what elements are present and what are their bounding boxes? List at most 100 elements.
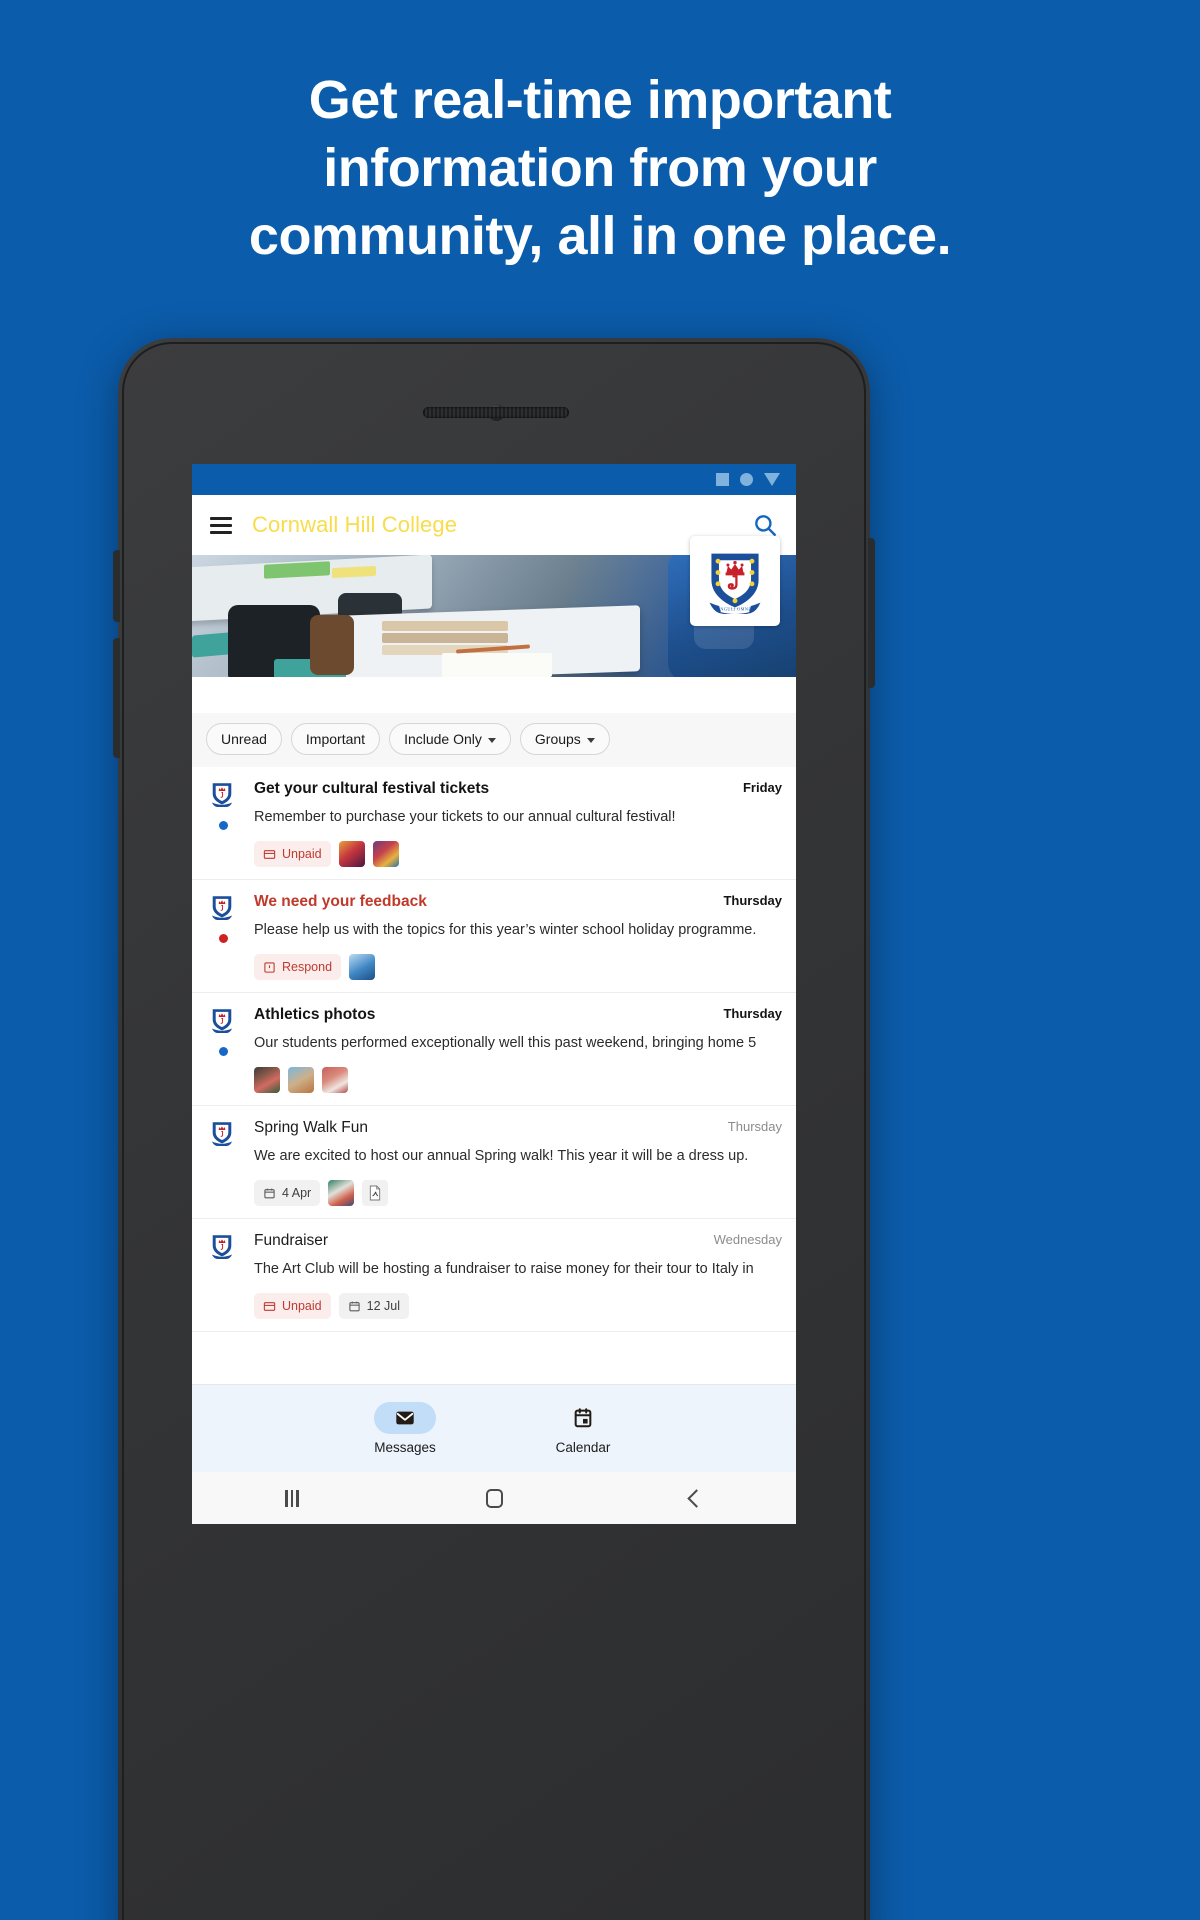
attachment-thumbnail[interactable] [254, 1067, 280, 1093]
message-list-item[interactable]: Fundraiser Wednesday The Art Club will b… [192, 1219, 796, 1332]
message-timestamp: Thursday [723, 1006, 782, 1021]
attachment-document[interactable] [362, 1180, 389, 1206]
message-attachments [254, 1067, 782, 1093]
pdf-file-icon [370, 1185, 381, 1201]
school-crest-logo: SINGULI OMNES [690, 536, 780, 626]
filter-chip-label: Unread [221, 731, 267, 747]
headline-line-3: community, all in one place. [248, 206, 952, 266]
badge-label: 12 Jul [366, 1299, 400, 1313]
attachment-thumbnail[interactable] [349, 954, 376, 980]
attachment-thumbnail[interactable] [288, 1067, 314, 1093]
message-attachments: Unpaid 12 Jul [254, 1293, 782, 1319]
sender-crest-icon [211, 1235, 233, 1259]
calendar-icon [574, 1408, 592, 1428]
sender-crest-icon [211, 1009, 233, 1033]
event-date-badge[interactable]: 4 Apr [254, 1180, 321, 1206]
message-attachments: Unpaid [254, 841, 782, 867]
unread-indicator-dot [219, 1047, 228, 1056]
attachment-thumbnail[interactable] [328, 1180, 355, 1206]
status-bar [192, 464, 796, 495]
sender-crest-icon [211, 1122, 233, 1146]
filter-chip-include-only[interactable]: Include Only [389, 723, 511, 755]
volume-up-button [113, 550, 120, 622]
message-title: Fundraiser [254, 1232, 329, 1249]
payment-card-icon [263, 849, 276, 859]
message-list-item[interactable]: Athletics photos Thursday Our students p… [192, 993, 796, 1106]
chevron-down-icon [487, 737, 496, 743]
message-gutter [202, 1118, 254, 1206]
attachment-thumbnail[interactable] [372, 841, 399, 867]
phone-screen: Cornwall Hill College SINGULI OMNES Unre… [192, 464, 796, 1524]
message-preview: The Art Club will be hosting a fundraise… [254, 1261, 754, 1277]
headline-line-1: Get real-time important [308, 70, 892, 130]
message-gutter [202, 779, 254, 867]
message-gutter [202, 892, 254, 980]
badge-label: 4 Apr [282, 1186, 312, 1200]
feedback-form-icon [264, 961, 275, 973]
message-list-item[interactable]: We need your feedback Thursday Please he… [192, 880, 796, 993]
status-badge-unpaid[interactable]: Unpaid [254, 841, 331, 867]
important-indicator-dot [219, 934, 228, 943]
bottom-nav-item-messages[interactable]: Messages [374, 1402, 436, 1455]
filter-bar: Unread Important Include Only Groups [192, 713, 796, 767]
sender-crest-icon [211, 896, 233, 920]
message-title: Get your cultural festival tickets [254, 780, 490, 797]
bottom-nav-label: Calendar [555, 1440, 611, 1455]
message-gutter [202, 1005, 254, 1093]
badge-label: Unpaid [282, 1299, 322, 1313]
sender-crest-icon [211, 783, 233, 807]
circle-icon [740, 473, 753, 486]
message-attachments: 4 Apr [254, 1180, 782, 1206]
volume-down-button [113, 638, 120, 758]
headline-line-2: information from your [323, 138, 877, 198]
envelope-icon [396, 1411, 414, 1425]
earpiece-speaker [423, 407, 569, 418]
badge-label: Unpaid [282, 847, 322, 861]
message-timestamp: Wednesday [713, 1232, 782, 1247]
message-list-item[interactable]: Get your cultural festival tickets Frida… [192, 767, 796, 880]
phone-mockup: Cornwall Hill College SINGULI OMNES Unre… [113, 338, 875, 1920]
promo-page: Get real-time important information from… [0, 0, 1200, 1920]
unread-indicator-dot [219, 821, 228, 830]
chevron-down-icon [586, 737, 595, 743]
hero-spacer [192, 677, 796, 713]
hamburger-menu-icon[interactable] [210, 516, 232, 534]
search-icon[interactable] [752, 512, 778, 538]
payment-card-icon [263, 1301, 276, 1311]
filter-chip-important[interactable]: Important [290, 723, 381, 755]
respond-action-button[interactable]: Respond [254, 954, 342, 980]
recent-apps-icon[interactable] [285, 1489, 299, 1507]
message-preview: We are excited to host our annual Spring… [254, 1148, 749, 1164]
message-attachments: Respond [254, 954, 782, 980]
triangle-down-icon [764, 473, 780, 486]
power-button [868, 538, 875, 688]
message-list: Get your cultural festival tickets Frida… [192, 767, 796, 1332]
back-chevron-icon[interactable] [686, 1488, 706, 1508]
home-icon[interactable] [485, 1488, 503, 1508]
calendar-icon [264, 1188, 275, 1198]
attachment-thumbnail[interactable] [322, 1067, 348, 1093]
message-timestamp: Thursday [723, 893, 782, 908]
filter-chip-groups[interactable]: Groups [519, 723, 610, 755]
page-title: Get real-time important information from… [0, 66, 1200, 270]
filter-chip-label: Include Only [404, 731, 482, 747]
message-list-item[interactable]: Spring Walk Fun Thursday We are excited … [192, 1106, 796, 1219]
message-title: Athletics photos [254, 1006, 376, 1023]
message-preview: Our students performed exceptionally wel… [254, 1035, 757, 1051]
nav-pill [552, 1402, 614, 1434]
square-icon [716, 473, 729, 486]
message-preview: Remember to purchase your tickets to our… [254, 809, 676, 825]
message-title: We need your feedback [254, 893, 427, 910]
message-gutter [202, 1231, 254, 1319]
message-timestamp: Friday [742, 780, 782, 795]
app-title: Cornwall Hill College [252, 512, 458, 537]
status-badge-unpaid[interactable]: Unpaid [254, 1293, 331, 1319]
system-navigation-bar [192, 1472, 796, 1524]
badge-label: Respond [282, 960, 333, 974]
event-date-badge[interactable]: 12 Jul [338, 1293, 409, 1319]
attachment-thumbnail[interactable] [338, 841, 365, 867]
filter-chip-unread[interactable]: Unread [206, 723, 282, 755]
bottom-nav-item-calendar[interactable]: Calendar [552, 1402, 614, 1455]
message-timestamp: Thursday [727, 1119, 782, 1134]
svg-text:SINGULI OMNES: SINGULI OMNES [716, 607, 755, 612]
